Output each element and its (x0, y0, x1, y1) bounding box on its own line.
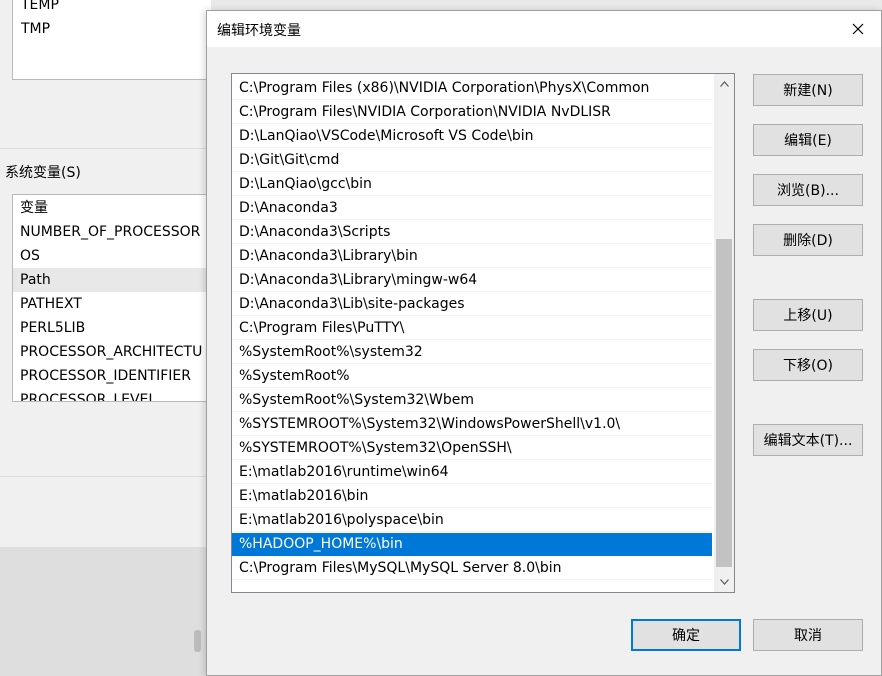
edit-button[interactable]: 编辑(E) (753, 124, 863, 156)
path-entry[interactable]: %SystemRoot%\system32 (232, 341, 712, 364)
path-entry[interactable]: E:\matlab2016\runtime\win64 (232, 461, 712, 484)
close-button[interactable] (835, 11, 881, 47)
system-var-header: 变量 (20, 200, 48, 216)
path-entry[interactable]: C:\Program Files\NVIDIA Corporation\NVID… (232, 101, 712, 124)
cancel-button[interactable]: 取消 (753, 619, 863, 651)
scroll-down-button[interactable] (714, 572, 734, 592)
system-variables-list[interactable]: 变量 NUMBER_OF_PROCESSOR OS Path PATHEXT P… (12, 194, 211, 402)
path-entry[interactable]: D:\Anaconda3\Lib\site-packages (232, 293, 712, 316)
environment-variables-window: TEMP TMP 系统变量(S) 变量 NUMBER_OF_PROCESSOR … (0, 0, 211, 547)
dialog-title: 编辑环境变量 (217, 23, 301, 39)
path-entry[interactable]: D:\Anaconda3\Library\bin (232, 245, 712, 268)
new-button[interactable]: 新建(N) (753, 74, 863, 106)
chevron-down-icon (719, 579, 729, 585)
scrollbar-thumb[interactable] (194, 630, 201, 652)
path-entry[interactable]: D:\Anaconda3 (232, 197, 712, 220)
system-var-row[interactable]: PATHEXT (20, 292, 82, 316)
path-entry[interactable]: D:\Git\Git\cmd (232, 149, 712, 172)
system-var-row[interactable]: PROCESSOR_IDENTIFIER (20, 364, 191, 388)
path-entry[interactable]: %SYSTEMROOT%\System32\WindowsPowerShell\… (232, 413, 712, 436)
path-entry[interactable]: D:\LanQiao\VSCode\Microsoft VS Code\bin (232, 125, 712, 148)
system-var-row[interactable]: NUMBER_OF_PROCESSOR (20, 220, 200, 244)
user-var-row[interactable]: TEMP (21, 0, 59, 17)
path-entry[interactable]: %SystemRoot% (232, 365, 712, 388)
user-var-name: TEMP (21, 0, 59, 13)
path-entry[interactable]: E:\matlab2016\polyspace\bin (232, 509, 712, 532)
path-entry[interactable]: C:\Program Files (x86)\NVIDIA Corporatio… (232, 77, 712, 100)
move-down-button[interactable]: 下移(O) (753, 349, 863, 381)
scroll-up-button[interactable] (714, 74, 734, 94)
path-entries-list[interactable]: C:\Program Files (x86)\NVIDIA Corporatio… (231, 73, 735, 593)
path-entry[interactable]: D:\LanQiao\gcc\bin (232, 173, 712, 196)
path-entry[interactable]: %SystemRoot%\System32\Wbem (232, 389, 712, 412)
title-bar[interactable]: 编辑环境变量 (207, 11, 881, 47)
system-var-row[interactable]: PROCESSOR_LEVEL (20, 388, 156, 401)
system-var-row[interactable]: PERL5LIB (20, 316, 85, 340)
path-entry[interactable]: C:\Program Files\PuTTY\ (232, 317, 712, 340)
path-entry-selected[interactable]: %HADOOP_HOME%\bin (232, 533, 712, 556)
path-entry[interactable]: D:\Anaconda3\Scripts (232, 221, 712, 244)
ok-button[interactable]: 确定 (631, 619, 741, 651)
system-variables-label: 系统变量(S) (5, 165, 81, 181)
system-var-row[interactable]: OS (20, 244, 40, 268)
browse-button[interactable]: 浏览(B)... (753, 174, 863, 206)
chevron-up-icon (719, 81, 729, 87)
divider (0, 476, 210, 477)
move-up-button[interactable]: 上移(U) (753, 299, 863, 331)
user-var-name: TMP (21, 21, 51, 37)
system-var-row-selected[interactable]: Path (13, 268, 211, 292)
vertical-scrollbar[interactable] (714, 74, 734, 592)
path-entry[interactable]: D:\Anaconda3\Library\mingw-w64 (232, 269, 712, 292)
divider (0, 148, 210, 149)
close-icon (852, 23, 864, 35)
path-entry[interactable]: E:\matlab2016\bin (232, 485, 712, 508)
system-var-row[interactable]: PROCESSOR_ARCHITECTU (20, 340, 202, 364)
path-entry[interactable]: %SYSTEMROOT%\System32\OpenSSH\ (232, 437, 712, 460)
user-variables-list[interactable]: TEMP TMP (12, 0, 211, 80)
delete-button[interactable]: 删除(D) (753, 224, 863, 256)
edit-environment-variable-dialog: 编辑环境变量 C:\Program Files (x86)\NVIDIA Cor… (206, 10, 882, 676)
path-entry[interactable]: C:\Program Files\MySQL\MySQL Server 8.0\… (232, 557, 712, 580)
desktop-area (0, 547, 210, 676)
edit-text-button[interactable]: 编辑文本(T)... (753, 424, 863, 456)
user-var-row[interactable]: TMP (21, 17, 50, 41)
scrollbar-thumb[interactable] (716, 239, 732, 567)
